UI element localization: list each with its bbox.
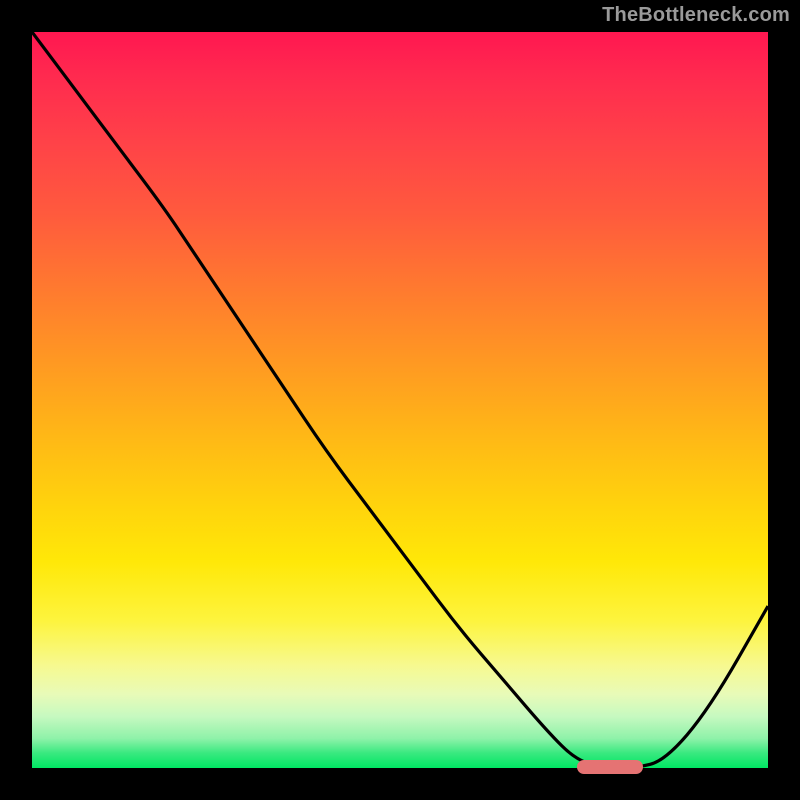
chart-frame: TheBottleneck.com bbox=[0, 0, 800, 800]
curve-path bbox=[32, 32, 768, 768]
optimum-marker bbox=[577, 760, 643, 774]
watermark-text: TheBottleneck.com bbox=[602, 4, 790, 27]
plot-area bbox=[32, 32, 768, 768]
bottleneck-curve bbox=[32, 32, 768, 768]
